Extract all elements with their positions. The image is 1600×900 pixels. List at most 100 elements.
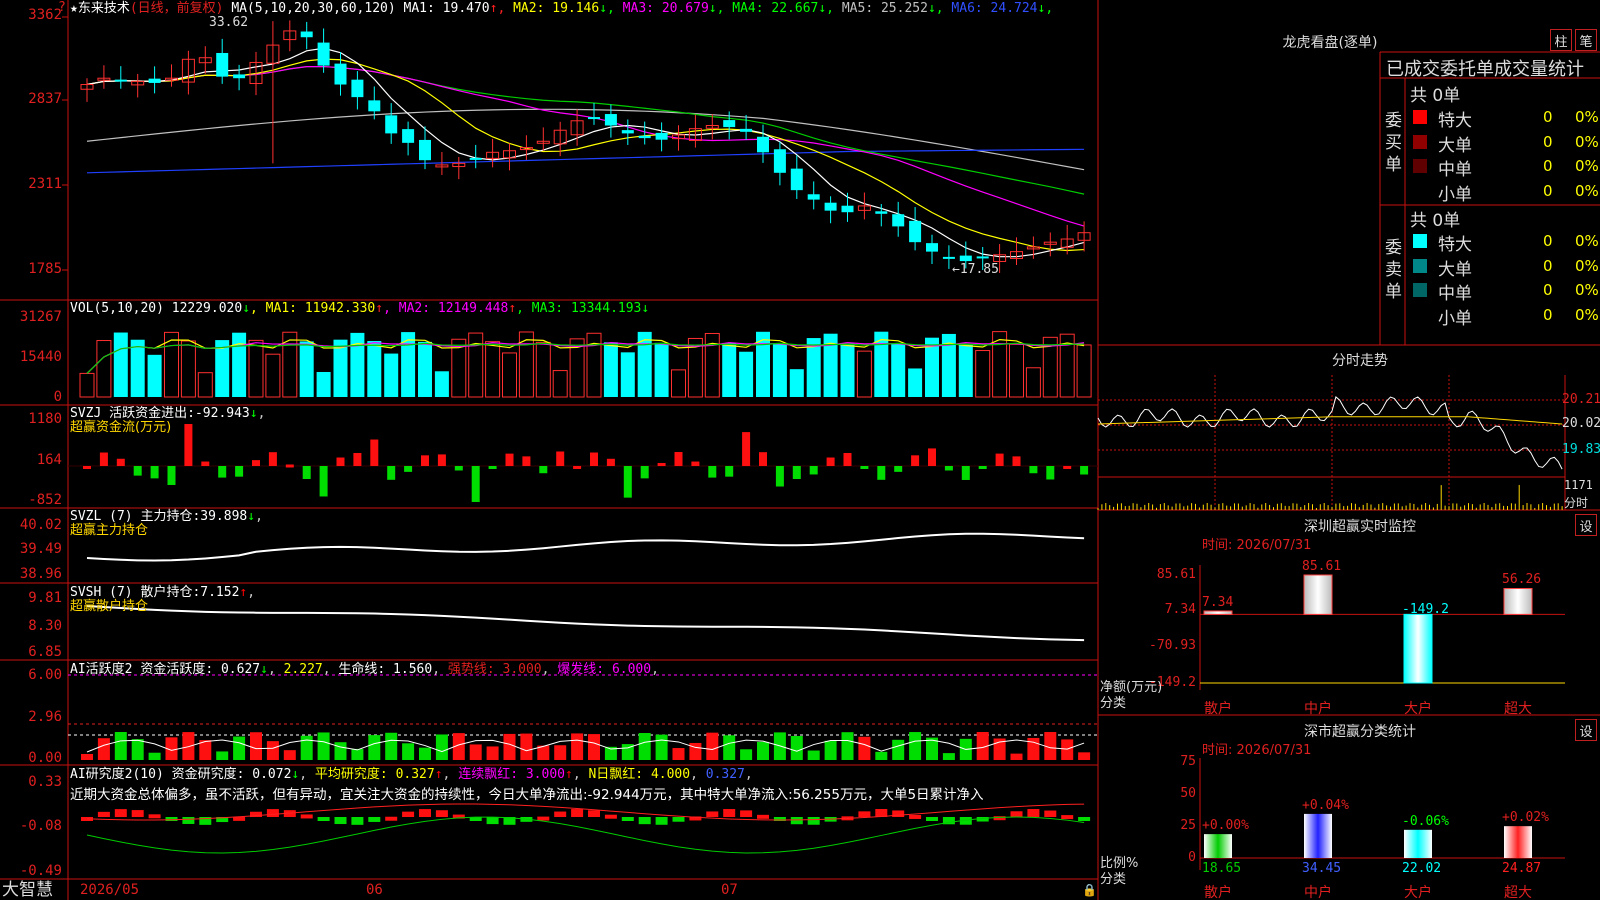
fund-flow-bar bbox=[809, 466, 818, 475]
class-value-label: 22.02 bbox=[1402, 861, 1442, 876]
fund-flow-bar bbox=[1063, 465, 1072, 469]
class-bar bbox=[1204, 834, 1232, 858]
fund-flow-bar bbox=[725, 466, 734, 477]
fund-flow-bar bbox=[843, 453, 852, 466]
volume-bar bbox=[232, 332, 247, 397]
activity-bar bbox=[216, 751, 229, 760]
fund-flow-bar bbox=[471, 466, 480, 502]
candle-body bbox=[740, 128, 753, 132]
ma-value-1: MA1: 19.470 bbox=[403, 1, 490, 16]
research-bar bbox=[182, 817, 195, 824]
volume-bar bbox=[620, 352, 635, 397]
activity-bar bbox=[807, 750, 820, 760]
fund-flow-bar bbox=[336, 457, 345, 466]
fund-flow-bar bbox=[184, 424, 193, 466]
volume-bar bbox=[1009, 343, 1024, 398]
activity-bar bbox=[469, 744, 482, 760]
activity-bar bbox=[334, 742, 347, 760]
app-name[interactable]: 大智慧 bbox=[2, 880, 53, 900]
research-bar bbox=[97, 811, 110, 817]
class-category-label: 中户 bbox=[1304, 885, 1332, 900]
fenshi-unit: 分时 bbox=[1564, 496, 1589, 510]
fund-flow-bar bbox=[539, 466, 548, 474]
lock-icon[interactable]: 🔒 bbox=[1082, 882, 1097, 898]
candle-body bbox=[773, 149, 786, 173]
sz-monitor-title: 深圳超赢实时监控 bbox=[1304, 519, 1416, 535]
ai-research-header: AI研究度2(10) 资金研究度: 0.072↓, 平均研究度: 0.327↑,… bbox=[70, 767, 753, 782]
candle-body bbox=[875, 211, 888, 214]
monitor-category-label: 大户 bbox=[1404, 701, 1432, 717]
sell-total: 共 0单 bbox=[1410, 211, 1461, 231]
order-size-swatch bbox=[1413, 110, 1427, 124]
svzj-axis-label: 164 bbox=[36, 452, 62, 468]
activity-bar bbox=[1078, 752, 1091, 760]
vol-axis-label: 15440 bbox=[19, 349, 62, 365]
volume-bar bbox=[180, 340, 196, 398]
svzj-subtitle: 超赢资金流(万元) bbox=[70, 420, 172, 435]
fund-flow-bar bbox=[1046, 466, 1055, 480]
activity-bar bbox=[740, 749, 753, 760]
research-bar bbox=[537, 816, 550, 821]
favorite-star-icon[interactable]: ★ bbox=[70, 1, 78, 16]
fund-flow-bar bbox=[928, 448, 936, 466]
order-percent: 0% bbox=[1575, 132, 1599, 151]
candle-body bbox=[841, 205, 854, 213]
research-bar bbox=[419, 809, 431, 817]
fund-flow-bar bbox=[961, 466, 970, 480]
class-change-label: +0.04% bbox=[1302, 797, 1349, 813]
chart-canvas[interactable] bbox=[0, 0, 1600, 900]
class-category-label: 大户 bbox=[1404, 885, 1432, 900]
monitor-bar bbox=[1403, 613, 1433, 684]
monitor-bar bbox=[1203, 610, 1233, 615]
activity-bar bbox=[250, 732, 262, 760]
fund-flow-bar bbox=[201, 461, 210, 466]
monitor-category-label: 中户 bbox=[1304, 701, 1332, 717]
monitor-axis-label: 85.61 bbox=[1156, 567, 1196, 582]
class-value-label: 24.87 bbox=[1502, 861, 1542, 876]
fund-flow-bar bbox=[995, 453, 1004, 466]
settings-button[interactable]: 设 bbox=[1575, 514, 1597, 536]
fund-flow-bar bbox=[691, 461, 700, 466]
fund-flow-bar bbox=[894, 466, 903, 472]
volume-bar bbox=[147, 354, 162, 397]
volume-bar bbox=[840, 343, 855, 397]
fund-flow-bar bbox=[978, 466, 987, 469]
fund-flow-bar bbox=[742, 432, 751, 466]
research-bar bbox=[1027, 809, 1040, 817]
activity-bar bbox=[858, 736, 871, 760]
volume-bar bbox=[265, 353, 281, 398]
fund-flow-bar bbox=[437, 454, 446, 466]
monitor-category-label: 散户 bbox=[1204, 701, 1232, 717]
bar-mode-button[interactable]: 柱 bbox=[1550, 29, 1572, 51]
fund-flow-bar bbox=[116, 458, 125, 466]
svzl-axis-label: 40.02 bbox=[19, 517, 62, 533]
volume-bar bbox=[535, 341, 551, 398]
monitor-bar-value: -149.2 bbox=[1402, 602, 1449, 618]
svsh-axis-label: 6.85 bbox=[28, 644, 62, 660]
fund-flow-bar bbox=[640, 466, 649, 479]
candle-body bbox=[419, 139, 431, 161]
fenshi-title: 分时走势 bbox=[1332, 353, 1388, 369]
order-percent: 0% bbox=[1575, 256, 1599, 275]
order-size-label: 中单 bbox=[1438, 284, 1472, 304]
volume-bar bbox=[671, 369, 686, 398]
activity-bar bbox=[909, 732, 922, 760]
candle-body bbox=[300, 31, 313, 38]
candle-body bbox=[655, 132, 668, 140]
monitor-bar bbox=[1303, 574, 1333, 615]
volume-bar bbox=[502, 352, 517, 398]
fenshi-avg-line bbox=[1097, 416, 1563, 425]
class-axis-label: 50 bbox=[1180, 786, 1196, 801]
order-size-label: 大单 bbox=[1438, 135, 1472, 156]
fenshi-axis-label: 20.02 bbox=[1562, 416, 1600, 431]
research-bar bbox=[148, 814, 161, 819]
chart-mode[interactable]: (日线，前复权) bbox=[130, 1, 224, 16]
tick-mode-button[interactable]: 笔 bbox=[1575, 29, 1597, 51]
activity-bar bbox=[114, 732, 127, 760]
settings-button[interactable]: 设 bbox=[1575, 719, 1597, 741]
research-bar bbox=[368, 817, 381, 822]
volume-bar bbox=[891, 343, 906, 397]
research-line bbox=[86, 816, 1085, 854]
ma-value-3: MA3: 20.679 bbox=[614, 1, 709, 16]
research-bar bbox=[588, 810, 600, 817]
